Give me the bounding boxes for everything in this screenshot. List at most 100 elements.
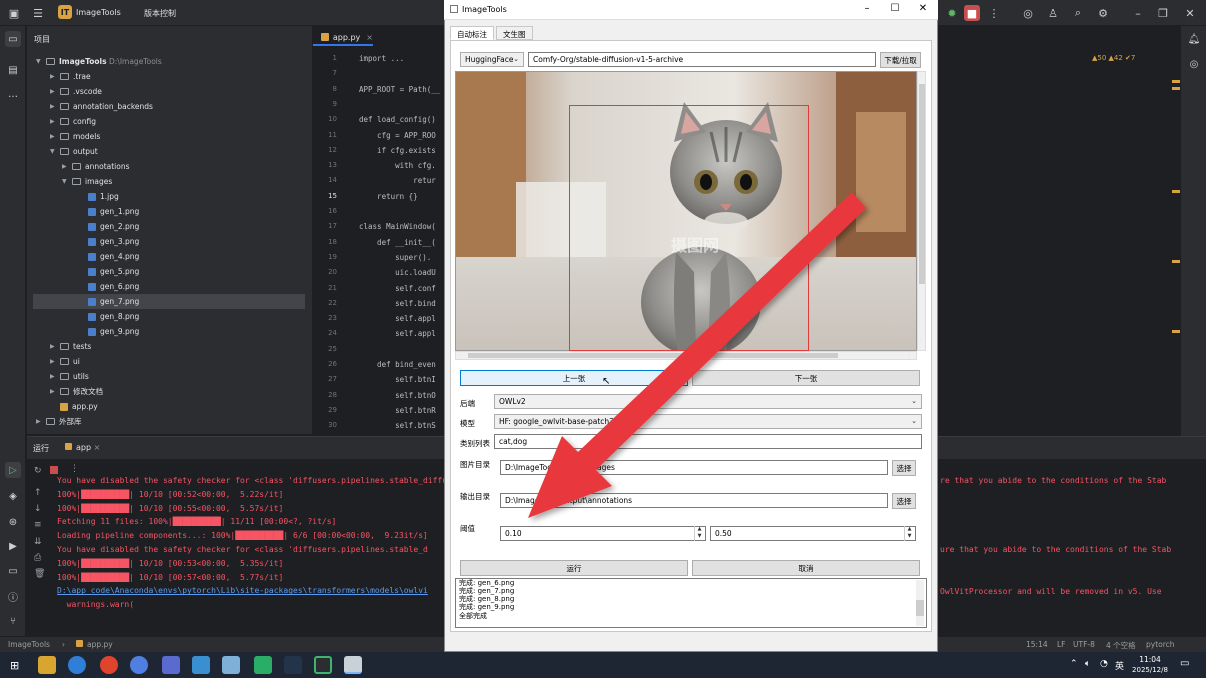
code-line[interactable]: self.conf — [359, 284, 436, 293]
cancel-button[interactable]: 取消 — [692, 560, 920, 576]
expand-arrow-icon[interactable]: ▼ — [50, 148, 58, 155]
code-line[interactable]: return {} — [359, 192, 418, 201]
tree-item[interactable]: gen_1.png — [33, 204, 305, 219]
vscroll-thumb[interactable] — [919, 84, 925, 284]
status-line-sep[interactable]: LF — [1057, 640, 1066, 649]
code-line[interactable]: self.btnS — [359, 421, 436, 430]
log-output[interactable] — [455, 578, 927, 628]
settings-gear-icon[interactable]: ⚙ — [1095, 5, 1111, 21]
tray-chevron-icon[interactable]: ⌃ — [1070, 659, 1078, 669]
code-line[interactable]: self.bind — [359, 299, 436, 308]
tree-item[interactable]: ▶ tests — [33, 339, 305, 354]
file-explorer-icon[interactable] — [38, 656, 56, 674]
tree-item[interactable]: gen_2.png — [33, 219, 305, 234]
next-image-button[interactable]: 下一张 — [692, 370, 920, 386]
more-tools-icon[interactable]: … — [5, 86, 21, 102]
search-icon[interactable]: ⌕ — [1070, 5, 1086, 21]
code-line[interactable]: self.btnI — [359, 375, 436, 384]
code-line[interactable]: uic.loadU — [359, 268, 436, 277]
status-interpreter[interactable]: pytorch — [1146, 640, 1175, 649]
scroll-right-arrow-icon[interactable]: › — [908, 351, 911, 359]
choose-output-dir-button[interactable]: 选择 — [892, 493, 916, 509]
soft-wrap-icon[interactable]: ≡ — [34, 520, 42, 530]
ime-indicator[interactable]: 英 — [1115, 659, 1124, 672]
structure-icon[interactable]: ▤ — [5, 62, 21, 78]
tree-item[interactable]: gen_5.png — [33, 264, 305, 279]
clock-date[interactable]: 2025/12/8 — [1130, 666, 1170, 674]
dialog-close-icon[interactable]: ✕ — [916, 3, 930, 17]
close-icon[interactable]: ✕ — [1182, 5, 1198, 21]
status-caret[interactable]: 15:14 — [1026, 640, 1048, 649]
tree-item[interactable]: ▶ 修改文档 — [33, 384, 305, 399]
minimize-icon[interactable]: – — [1130, 5, 1146, 21]
tab-auto-annotate[interactable]: 自动标注 — [450, 26, 494, 40]
output-dir-input[interactable]: D:\ImageTools\output\annotations — [500, 493, 888, 508]
project-switcher[interactable]: ImageTools — [76, 8, 121, 17]
spin-arrows-icon[interactable]: ▲ ▼ — [904, 526, 914, 541]
code-line[interactable]: with cfg. — [359, 161, 436, 170]
terminal-icon[interactable]: ▭ — [5, 563, 21, 579]
scroll-up-arrow-icon[interactable]: ˄ — [919, 75, 922, 82]
console-line[interactable]: D:\app_code\Anaconda\envs\pytorch\Lib\si… — [57, 586, 428, 595]
expand-arrow-icon[interactable]: ▶ — [50, 343, 58, 350]
rerun-icon[interactable]: ↻ — [34, 466, 42, 476]
app-icon[interactable] — [162, 656, 180, 674]
code-line[interactable]: self.appl — [359, 329, 436, 338]
code-line[interactable]: super(). — [359, 253, 431, 262]
code-line[interactable]: self.btnO — [359, 391, 436, 400]
add-user-icon[interactable]: ♙ — [1045, 5, 1061, 21]
python-console-icon[interactable]: ⊛ — [5, 514, 21, 530]
tree-item[interactable]: gen_3.png — [33, 234, 305, 249]
error-stripe-mark[interactable] — [1172, 190, 1180, 193]
debug-icon[interactable]: ✹ — [944, 5, 960, 21]
error-stripe-mark[interactable] — [1172, 260, 1180, 263]
run-tab-close-icon[interactable]: × — [94, 443, 101, 452]
tree-item[interactable]: ▼ images — [33, 174, 305, 189]
tree-item[interactable]: gen_8.png — [33, 309, 305, 324]
scroll-up-icon[interactable]: ↑ — [34, 488, 42, 498]
expand-arrow-icon[interactable]: ▶ — [50, 73, 58, 80]
model-select[interactable]: HF: google_owlvit-base-patch32 ⌄ — [494, 414, 922, 429]
tree-item[interactable]: ▶ 外部库 — [33, 414, 305, 429]
tree-root[interactable]: ▼ ImageTools D:\ImageTools — [36, 54, 306, 69]
notification-center-icon[interactable]: ▭ — [1180, 658, 1189, 669]
app-icon[interactable] — [284, 656, 302, 674]
expand-arrow-icon[interactable]: ▶ — [50, 118, 58, 125]
pycharm-icon[interactable] — [314, 656, 332, 674]
project-folder-icon[interactable]: ▭ — [5, 31, 21, 47]
prev-image-button[interactable]: 上一张 — [460, 370, 688, 386]
tree-item[interactable]: ▶ .trae — [33, 69, 305, 84]
python-packages-icon[interactable]: ◈ — [5, 488, 21, 504]
run-tab-app[interactable]: app × — [65, 443, 100, 452]
classes-input[interactable]: cat,dog — [494, 434, 922, 449]
error-stripe-mark[interactable] — [1172, 330, 1180, 333]
tree-item[interactable]: ▶ models — [33, 129, 305, 144]
scroll-left-arrow-icon[interactable]: ‹ — [458, 351, 461, 359]
scroll-down-arrow-icon[interactable]: ˅ — [919, 340, 922, 347]
error-stripe-mark[interactable] — [1172, 87, 1180, 90]
error-stripe-mark[interactable] — [1172, 80, 1180, 83]
tree-item[interactable]: app.py — [33, 399, 305, 414]
editor-tab-app-py[interactable]: app.py × — [313, 30, 373, 46]
stop-icon[interactable]: ■ — [964, 5, 980, 21]
project-badge[interactable]: IT — [58, 5, 72, 19]
image-dir-input[interactable]: D:\ImageTools\output\images — [500, 460, 888, 475]
run-button[interactable]: 运行 — [460, 560, 688, 576]
print-icon[interactable]: ⎙ — [34, 553, 41, 563]
source-select[interactable]: HuggingFace ⌄ — [460, 52, 524, 67]
code-line[interactable]: def __init__( — [359, 238, 436, 247]
expand-arrow-icon[interactable]: ▼ — [62, 178, 70, 185]
tree-item[interactable]: 1.jpg — [33, 189, 305, 204]
expand-arrow-icon[interactable]: ▶ — [50, 358, 58, 365]
status-project[interactable]: ImageTools — [8, 640, 50, 649]
tree-item[interactable]: gen_4.png — [33, 249, 305, 264]
stop-run-icon[interactable] — [50, 466, 58, 474]
problems-icon[interactable]: ⓘ — [5, 588, 21, 604]
threshold-min-spinbox[interactable]: 0.10 — [500, 526, 706, 541]
code-line[interactable]: import ... — [359, 54, 404, 63]
windows-start-icon[interactable]: ⊞ — [10, 659, 19, 672]
choose-image-dir-button[interactable]: 选择 — [892, 460, 916, 476]
chrome-icon[interactable] — [100, 656, 118, 674]
code-line[interactable]: self.appl — [359, 314, 436, 323]
backend-select[interactable]: OWLv2 ⌄ — [494, 394, 922, 409]
